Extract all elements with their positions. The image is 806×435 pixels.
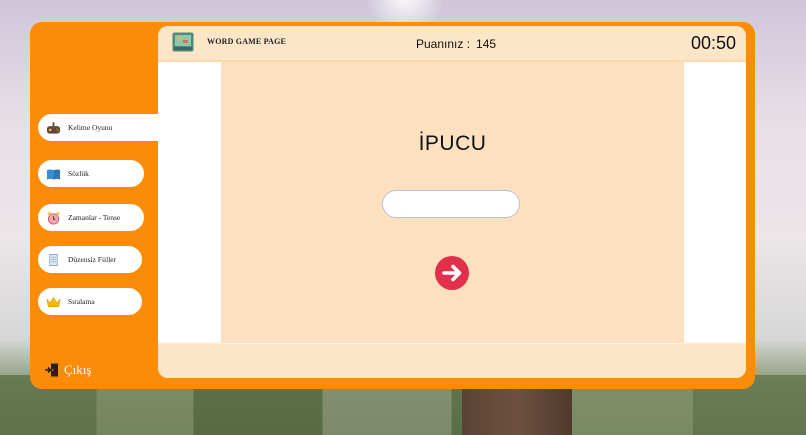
- answer-input[interactable]: [382, 190, 520, 218]
- sidebar-item-siralama[interactable]: Sıralama: [38, 288, 142, 315]
- clock-icon: [47, 211, 60, 225]
- sidebar: Kelime Oyunu Sözlük Zamanlar - Tense Düz…: [30, 22, 164, 389]
- sidebar-item-sozluk[interactable]: Sözlük: [38, 160, 144, 187]
- crown-icon: [46, 296, 61, 307]
- exit-icon: [45, 363, 58, 377]
- score-display: Puanınız : 145: [416, 37, 496, 51]
- game-logo-icon: [172, 32, 194, 52]
- app-window: Kelime Oyunu Sözlük Zamanlar - Tense Düz…: [30, 22, 755, 389]
- book-icon: [46, 169, 61, 180]
- game-area: İPUCU: [158, 62, 746, 343]
- exit-button[interactable]: Çıkış: [44, 362, 91, 378]
- countdown-timer: 00:50: [690, 33, 736, 53]
- sidebar-item-zamanlar-tense[interactable]: Zamanlar - Tense: [38, 204, 144, 231]
- sidebar-item-label: Düzensiz Fiiller: [68, 255, 117, 264]
- sidebar-item-kelime-oyunu[interactable]: Kelime Oyunu: [38, 114, 164, 141]
- sidebar-item-label: Kelime Oyunu: [68, 123, 113, 132]
- sidebar-item-label: Zamanlar - Tense: [68, 213, 121, 222]
- next-button[interactable]: [435, 256, 469, 290]
- footer-bar: [158, 344, 746, 378]
- notepad-icon: [49, 253, 58, 266]
- top-bar: WORD GAME PAGE Puanınız : 145 00:50: [158, 26, 746, 62]
- arrow-right-icon: [442, 264, 462, 282]
- background-tree-trunk: [462, 387, 572, 435]
- main-panel: WORD GAME PAGE Puanınız : 145 00:50 İPUCU: [158, 26, 746, 378]
- question-card: İPUCU: [221, 62, 684, 343]
- score-label: Puanınız :: [416, 37, 471, 51]
- score-value: 145: [476, 37, 497, 51]
- sidebar-item-label: Sözlük: [68, 169, 89, 178]
- hint-text: İPUCU: [418, 132, 487, 155]
- sidebar-item-label: Sıralama: [68, 297, 95, 306]
- sidebar-item-duzensiz-fiiller[interactable]: Düzensiz Fiiller: [38, 246, 142, 273]
- page-title: WORD GAME PAGE: [207, 37, 287, 46]
- gamepad-icon: [46, 121, 61, 134]
- exit-label: Çıkış: [64, 362, 92, 377]
